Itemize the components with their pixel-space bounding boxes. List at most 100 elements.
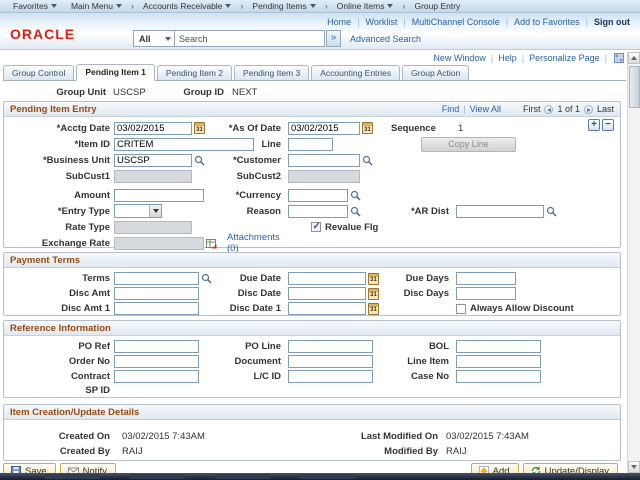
new-window-link[interactable]: New Window bbox=[433, 53, 486, 63]
case-no-input[interactable] bbox=[456, 370, 541, 383]
form-row: Exchange Rate Attachments (0) bbox=[4, 235, 620, 251]
form-row: *Item ID Line Copy Line bbox=[4, 136, 620, 152]
lc-id-input[interactable] bbox=[288, 370, 373, 383]
amount-input[interactable] bbox=[114, 189, 204, 202]
previous-row-icon[interactable] bbox=[544, 105, 553, 114]
divider: | bbox=[351, 17, 365, 27]
lookup-magnifier-icon[interactable] bbox=[362, 155, 373, 166]
breadcrumb-main-menu[interactable]: Main Menu bbox=[64, 1, 129, 11]
reason-input[interactable] bbox=[288, 205, 348, 218]
lookup-magnifier-icon[interactable] bbox=[350, 190, 361, 201]
row-position: 1 of 1 bbox=[557, 104, 580, 114]
calendar-icon[interactable] bbox=[368, 273, 379, 285]
breadcrumb-online-items[interactable]: Online Items bbox=[330, 1, 401, 11]
breadcrumb-pending-items[interactable]: Pending Items bbox=[245, 1, 322, 11]
line-input[interactable] bbox=[288, 138, 333, 151]
breadcrumb-label: Group Entry bbox=[414, 1, 460, 11]
disc-date-input[interactable] bbox=[288, 287, 366, 300]
search-go-button[interactable]: » bbox=[326, 30, 341, 47]
calendar-icon[interactable] bbox=[368, 288, 379, 300]
advanced-search-link[interactable]: Advanced Search bbox=[350, 34, 421, 44]
form-row: Amount *Currency bbox=[4, 187, 620, 203]
disc-date-label: Disc Date bbox=[238, 288, 285, 299]
due-date-input[interactable] bbox=[288, 272, 366, 285]
breadcrumb-favorites[interactable]: Favorites bbox=[6, 1, 64, 11]
find-link[interactable]: Find bbox=[442, 104, 460, 114]
tab-pending-item-3[interactable]: Pending Item 3 bbox=[234, 65, 309, 80]
attachments-link[interactable]: Attachments (0) bbox=[227, 232, 285, 254]
tab-accounting-entries[interactable]: Accounting Entries bbox=[311, 65, 400, 80]
order-no-input[interactable] bbox=[114, 355, 199, 368]
scrollbar-thumb[interactable] bbox=[629, 66, 640, 108]
subcust1-label: SubCust1 bbox=[4, 171, 114, 182]
scroll-down-icon[interactable] bbox=[628, 461, 640, 473]
divider: | bbox=[397, 17, 411, 27]
worklist-link[interactable]: Worklist bbox=[366, 17, 398, 27]
tab-group-action[interactable]: Group Action bbox=[402, 65, 469, 80]
po-ref-input[interactable] bbox=[114, 340, 199, 353]
bol-input[interactable] bbox=[456, 340, 541, 353]
breadcrumb-separator-icon: › bbox=[238, 1, 245, 11]
po-line-input[interactable] bbox=[288, 340, 373, 353]
add-row-button[interactable]: + bbox=[588, 119, 600, 131]
exchange-rate-label: Exchange Rate bbox=[4, 238, 114, 249]
lookup-magnifier-icon[interactable] bbox=[201, 273, 212, 284]
group-id-label: Group ID bbox=[182, 87, 228, 98]
lookup-magnifier-icon[interactable] bbox=[194, 155, 205, 166]
next-row-icon[interactable] bbox=[584, 105, 593, 114]
multichannel-console-link[interactable]: MultiChannel Console bbox=[412, 17, 500, 27]
disc-date1-input[interactable] bbox=[288, 302, 366, 315]
scroll-up-icon[interactable] bbox=[628, 52, 640, 64]
search-input[interactable] bbox=[175, 30, 325, 47]
lc-id-label: L/C ID bbox=[254, 371, 285, 382]
breadcrumb-accounts-receivable[interactable]: Accounts Receivable bbox=[136, 1, 238, 11]
tab-pending-item-2[interactable]: Pending Item 2 bbox=[157, 65, 232, 80]
breadcrumb-group-entry[interactable]: Group Entry bbox=[407, 1, 467, 11]
tab-pending-item-1[interactable]: Pending Item 1 bbox=[76, 64, 154, 81]
disc-amt-input[interactable] bbox=[114, 287, 199, 300]
copy-line-button[interactable]: Copy Line bbox=[421, 137, 516, 152]
sp-id-label: SP ID bbox=[4, 385, 114, 396]
acctg-date-input[interactable] bbox=[114, 122, 192, 135]
personalize-page-link[interactable]: Personalize Page bbox=[529, 53, 600, 63]
help-link[interactable]: Help bbox=[498, 53, 517, 63]
line-item-input[interactable] bbox=[456, 355, 541, 368]
business-unit-input[interactable] bbox=[114, 154, 192, 167]
amount-label: Amount bbox=[4, 190, 114, 201]
revalue-flag-checkbox[interactable] bbox=[311, 222, 321, 232]
sign-out-link[interactable]: Sign out bbox=[594, 17, 630, 27]
divider: | bbox=[517, 53, 529, 63]
customer-input[interactable] bbox=[288, 154, 360, 167]
calendar-icon[interactable] bbox=[194, 122, 205, 134]
tab-group-control[interactable]: Group Control bbox=[3, 65, 74, 80]
as-of-date-input[interactable] bbox=[288, 122, 360, 135]
lookup-magnifier-icon[interactable] bbox=[546, 206, 557, 217]
tab-bar: Group Control Pending Item 1 Pending Ite… bbox=[3, 64, 626, 81]
lookup-magnifier-icon[interactable] bbox=[350, 206, 361, 217]
vertical-scrollbar[interactable] bbox=[627, 52, 640, 473]
add-to-favorites-link[interactable]: Add to Favorites bbox=[514, 17, 580, 27]
calendar-icon[interactable] bbox=[368, 303, 379, 315]
personalize-grid-icon[interactable] bbox=[614, 53, 624, 63]
contract-input[interactable] bbox=[114, 370, 199, 383]
disc-amt1-input[interactable] bbox=[114, 302, 199, 315]
item-id-input[interactable] bbox=[114, 138, 254, 151]
view-all-link[interactable]: View All bbox=[470, 104, 501, 114]
chevron-down-icon bbox=[165, 37, 171, 41]
disc-days-input[interactable] bbox=[456, 287, 516, 300]
exchange-rate-detail-icon[interactable] bbox=[206, 238, 217, 249]
document-input[interactable] bbox=[288, 355, 373, 368]
item-id-label: *Item ID bbox=[4, 139, 114, 150]
strip-segment bbox=[130, 474, 185, 479]
always-allow-discount-checkbox[interactable] bbox=[456, 304, 466, 314]
currency-input[interactable] bbox=[288, 189, 348, 202]
ar-dist-input[interactable] bbox=[456, 205, 544, 218]
terms-input[interactable] bbox=[114, 272, 199, 285]
subcust2-label: SubCust2 bbox=[237, 171, 285, 182]
calendar-icon[interactable] bbox=[362, 122, 373, 134]
delete-row-button[interactable]: − bbox=[602, 119, 614, 131]
home-link[interactable]: Home bbox=[327, 17, 351, 27]
due-days-input[interactable] bbox=[456, 272, 516, 285]
search-scope-dropdown[interactable]: All bbox=[133, 30, 175, 47]
entry-type-select[interactable] bbox=[114, 204, 162, 218]
